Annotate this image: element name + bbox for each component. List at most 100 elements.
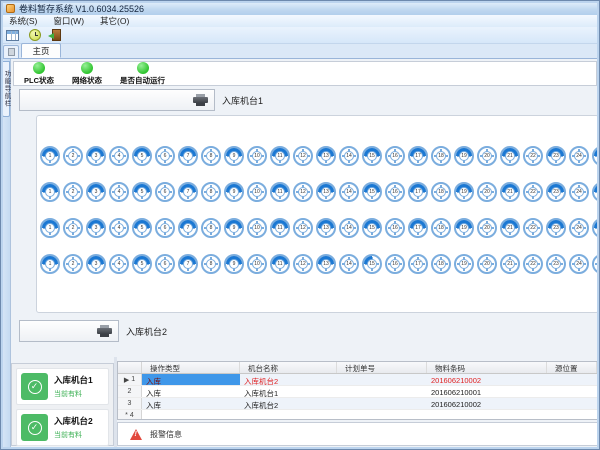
reel-slot[interactable]: 21	[500, 254, 520, 274]
reel-slot[interactable]: 24	[569, 146, 589, 166]
reel-slot[interactable]: 22	[523, 146, 543, 166]
reel-slot[interactable]: 5	[132, 254, 152, 274]
table-cell[interactable]	[337, 410, 427, 420]
reel-slot[interactable]: 6	[155, 218, 175, 238]
reel-slot[interactable]: 11	[270, 254, 290, 274]
reel-slot[interactable]: 3	[86, 146, 106, 166]
reel-slot[interactable]: 15	[362, 182, 382, 202]
reel-slot[interactable]: 24	[569, 218, 589, 238]
column-header[interactable]: 计划单号	[337, 362, 427, 373]
reel-slot[interactable]: 3	[86, 218, 106, 238]
machine1-button[interactable]	[19, 89, 215, 111]
reel-slot[interactable]: 23	[546, 254, 566, 274]
reel-slot[interactable]: 2	[63, 182, 83, 202]
reel-slot[interactable]: 7	[178, 146, 198, 166]
tab-home[interactable]: 主页	[21, 43, 61, 58]
reel-slot[interactable]: 9	[224, 146, 244, 166]
reel-slot[interactable]: 20	[477, 218, 497, 238]
table-row[interactable]: *4	[118, 410, 597, 420]
reel-slot[interactable]: 22	[523, 254, 543, 274]
table-cell[interactable]: 入库机台2	[240, 398, 337, 409]
table-cell[interactable]	[547, 374, 597, 385]
reel-slot[interactable]: 4	[109, 146, 129, 166]
reel-slot[interactable]: 20	[477, 182, 497, 202]
table-cell[interactable]	[337, 386, 427, 397]
exit-door-icon[interactable]	[48, 28, 65, 43]
reel-slot[interactable]: 19	[454, 182, 474, 202]
reel-slot[interactable]: 17	[408, 218, 428, 238]
column-header[interactable]: 操作类型	[142, 362, 240, 373]
table-cell[interactable]: 入库	[142, 398, 240, 409]
table-cell[interactable]	[142, 410, 240, 420]
reel-slot[interactable]: 9	[224, 218, 244, 238]
reel-slot[interactable]: 21	[500, 218, 520, 238]
reel-slot[interactable]: 18	[431, 146, 451, 166]
table-cell[interactable]	[337, 374, 427, 385]
table-cell[interactable]: 201606210001	[427, 386, 547, 397]
clock-icon[interactable]	[26, 28, 43, 43]
reel-slot[interactable]: 4	[109, 182, 129, 202]
table-cell[interactable]	[337, 398, 427, 409]
reel-slot[interactable]: 19	[454, 146, 474, 166]
reel-slot[interactable]: 10	[247, 218, 267, 238]
reel-slot[interactable]: 14	[339, 254, 359, 274]
reel-slot[interactable]: 2	[63, 146, 83, 166]
reel-slot[interactable]: 1	[40, 254, 60, 274]
reel-slot[interactable]: 22	[523, 218, 543, 238]
schedule-table-icon[interactable]	[4, 28, 21, 43]
reel-slot[interactable]: 3	[86, 254, 106, 274]
reel-slot[interactable]: 18	[431, 218, 451, 238]
menu-other[interactable]: 其它(O)	[92, 15, 137, 27]
reel-slot[interactable]: 4	[109, 218, 129, 238]
reel-slot[interactable]: 19	[454, 254, 474, 274]
reel-slot[interactable]: 25	[592, 146, 599, 166]
reel-slot[interactable]: 12	[293, 146, 313, 166]
reel-slot[interactable]: 23	[546, 182, 566, 202]
table-cell[interactable]: 入库	[142, 386, 240, 397]
reel-slot[interactable]: 24	[569, 182, 589, 202]
reel-slot[interactable]: 10	[247, 182, 267, 202]
reel-slot[interactable]: 13	[316, 146, 336, 166]
reel-slot[interactable]: 9	[224, 182, 244, 202]
reel-slot[interactable]: 11	[270, 146, 290, 166]
reel-slot[interactable]: 6	[155, 146, 175, 166]
reel-slot[interactable]: 5	[132, 218, 152, 238]
column-header[interactable]: 机台名称	[240, 362, 337, 373]
reel-slot[interactable]: 23	[546, 218, 566, 238]
column-header[interactable]: 源位置	[547, 362, 597, 373]
reel-slot[interactable]: 8	[201, 182, 221, 202]
reel-slot[interactable]: 16	[385, 218, 405, 238]
dock-vertical-tab[interactable]: 功能导航栏	[2, 61, 10, 117]
reel-slot[interactable]: 20	[477, 254, 497, 274]
reel-slot[interactable]: 2	[63, 254, 83, 274]
menu-system[interactable]: 系统(S)	[1, 15, 45, 27]
reel-slot[interactable]: 9	[224, 254, 244, 274]
tab-document-icon[interactable]	[3, 45, 19, 58]
table-cell[interactable]	[547, 398, 597, 409]
table-cell[interactable]	[547, 386, 597, 397]
reel-slot[interactable]: 5	[132, 146, 152, 166]
reel-slot[interactable]: 25	[592, 182, 599, 202]
machine2-button[interactable]	[19, 320, 119, 342]
reel-slot[interactable]: 11	[270, 182, 290, 202]
reel-slot[interactable]: 2	[63, 218, 83, 238]
reel-slot[interactable]: 12	[293, 182, 313, 202]
reel-slot[interactable]: 20	[477, 146, 497, 166]
reel-slot[interactable]: 10	[247, 254, 267, 274]
table-row[interactable]: 2入库入库机台1201606210001	[118, 386, 597, 398]
reel-slot[interactable]: 22	[523, 182, 543, 202]
table-cell[interactable]: 201606210002	[427, 374, 547, 385]
reel-slot[interactable]: 4	[109, 254, 129, 274]
reel-slot[interactable]: 17	[408, 146, 428, 166]
reel-slot[interactable]: 25	[592, 254, 599, 274]
reel-slot[interactable]: 1	[40, 146, 60, 166]
reel-slot[interactable]: 10	[247, 146, 267, 166]
reel-slot[interactable]: 23	[546, 146, 566, 166]
reel-slot[interactable]: 5	[132, 182, 152, 202]
reel-slot[interactable]: 17	[408, 254, 428, 274]
reel-slot[interactable]: 15	[362, 218, 382, 238]
reel-slot[interactable]: 17	[408, 182, 428, 202]
reel-slot[interactable]: 21	[500, 146, 520, 166]
reel-slot[interactable]: 13	[316, 182, 336, 202]
table-cell[interactable]	[240, 410, 337, 420]
